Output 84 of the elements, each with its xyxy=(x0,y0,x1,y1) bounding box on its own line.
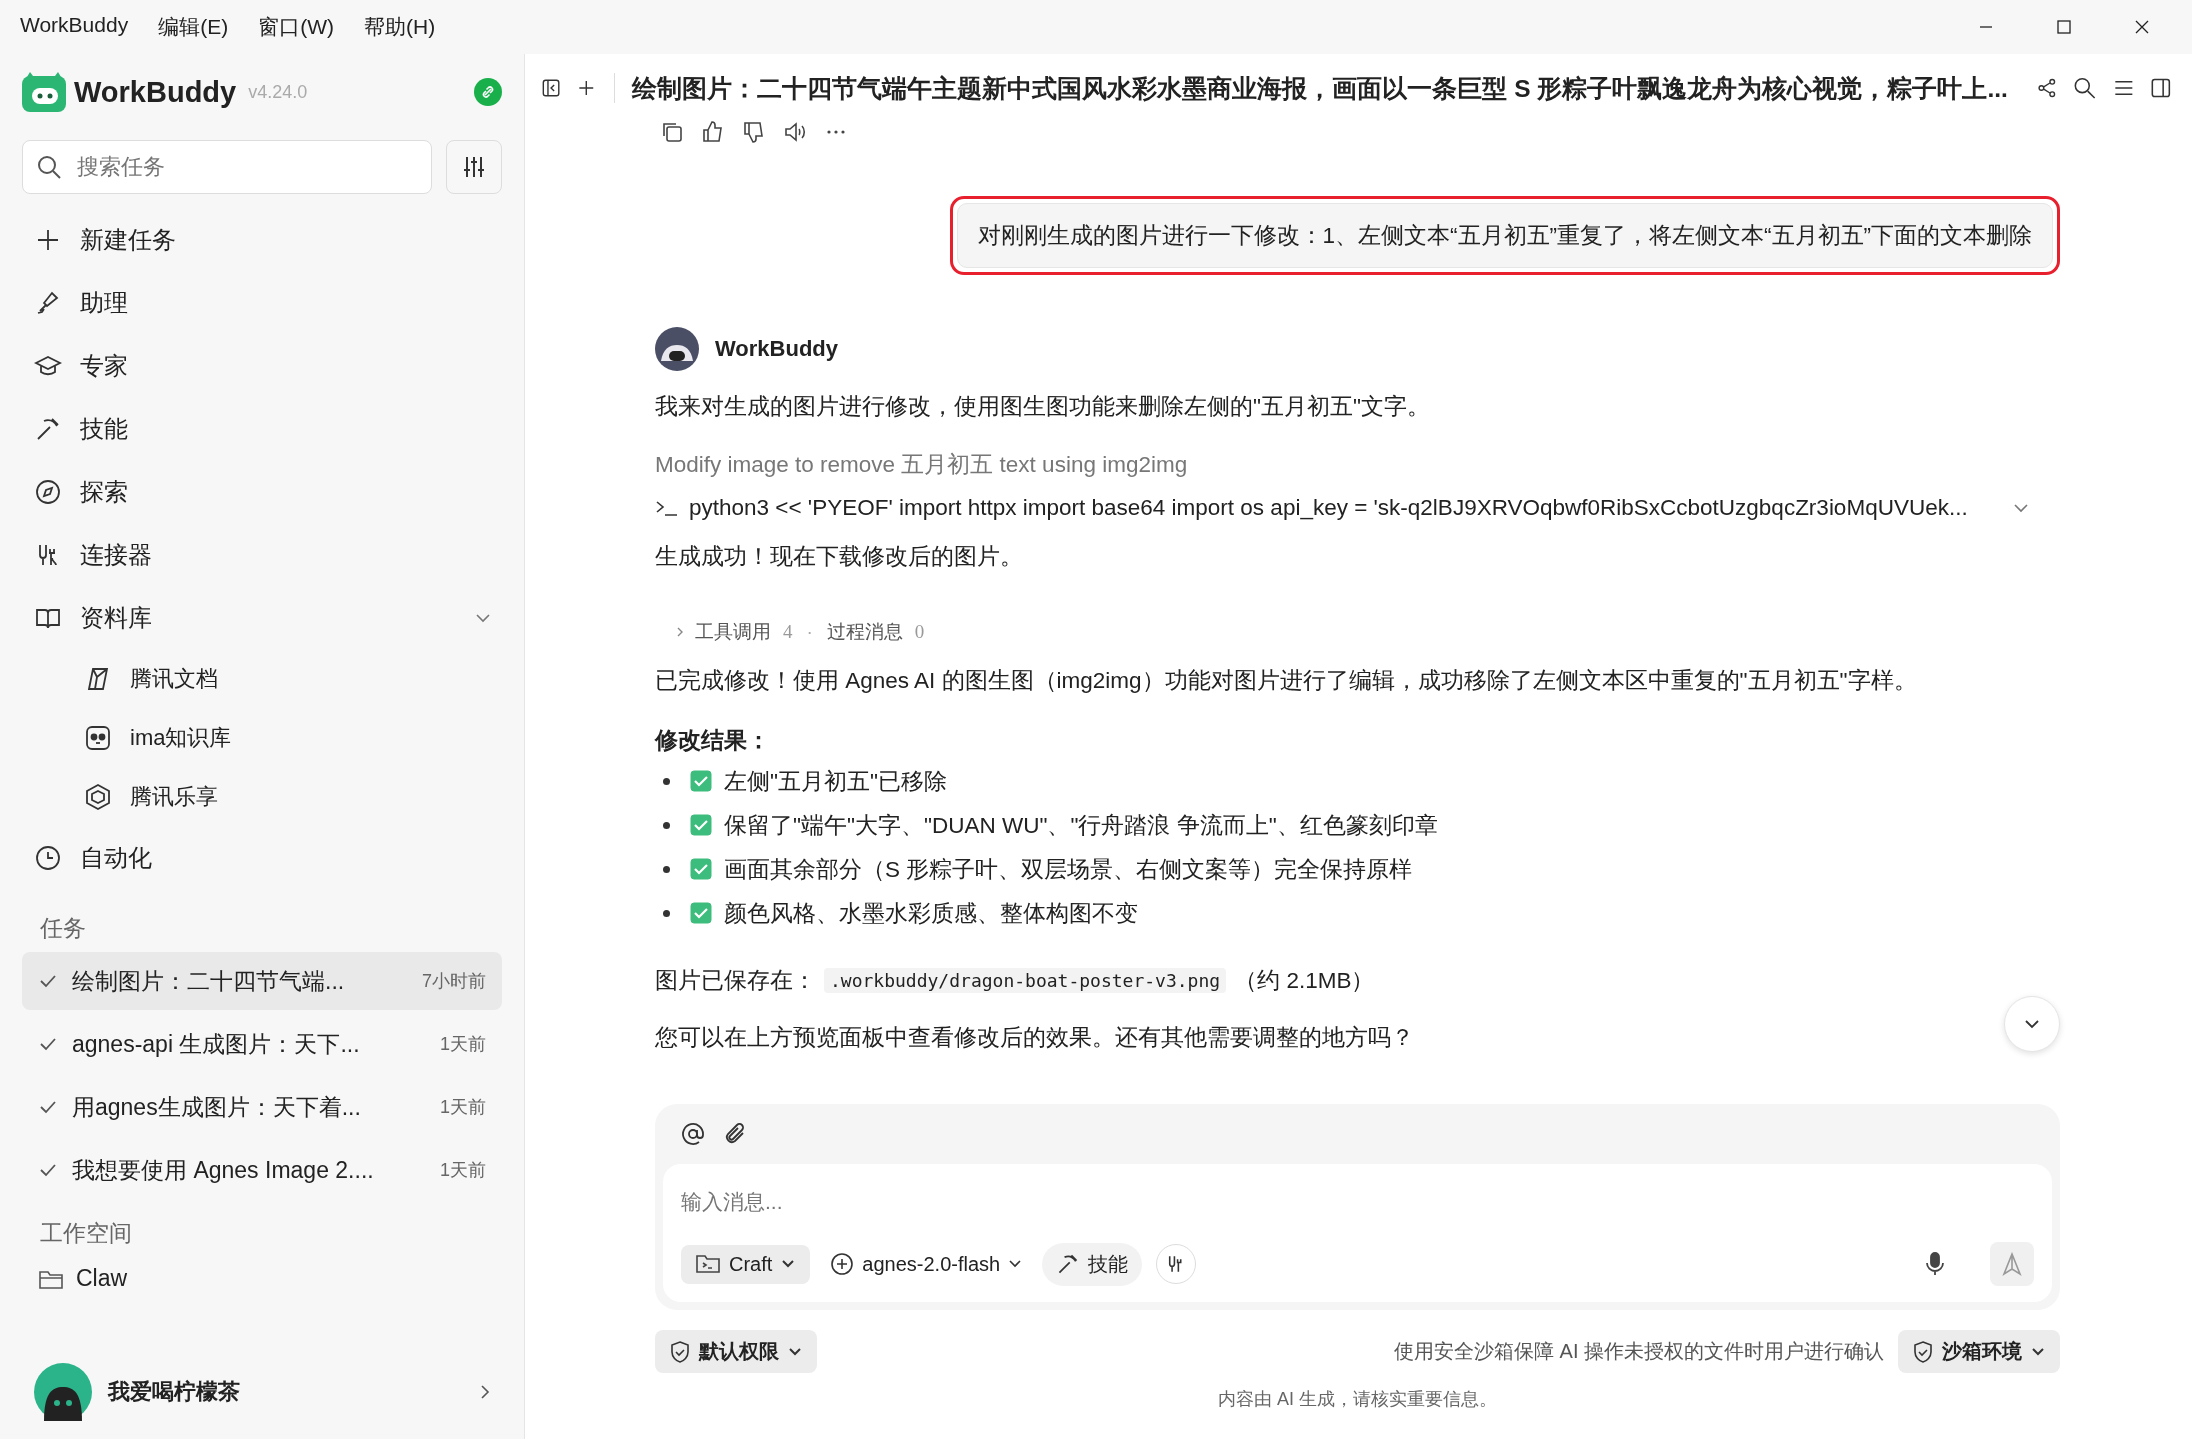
close-icon[interactable] xyxy=(2134,19,2150,35)
avatar-icon xyxy=(34,1363,92,1421)
task-item[interactable]: 用agnes生成图片：天下着... 1天前 xyxy=(22,1078,502,1136)
nav-item[interactable]: 新建任务 xyxy=(22,208,502,271)
section-heading: 任务 xyxy=(40,914,87,943)
bullet-icon xyxy=(663,909,670,917)
at-sign-icon[interactable] xyxy=(681,1122,705,1146)
menu-item[interactable]: WorkBuddy xyxy=(20,13,129,41)
send-button[interactable] xyxy=(1990,1242,2034,1286)
user-profile[interactable]: 我爱喝柠檬茶 xyxy=(22,1363,502,1421)
nav-item[interactable]: 技能 xyxy=(22,397,502,460)
speaker-icon[interactable] xyxy=(783,120,807,144)
copy-icon[interactable] xyxy=(660,120,684,144)
nav-item[interactable]: 探索 xyxy=(22,460,502,523)
file-size: （约 2.1MB） xyxy=(1234,967,1375,995)
nav-item[interactable]: 自动化 xyxy=(22,826,502,889)
terminal-folder-icon xyxy=(695,1253,721,1275)
bot-avatar-icon xyxy=(655,327,699,371)
task-item[interactable]: agnes-api 生成图片：天下... 1天前 xyxy=(22,1015,502,1073)
plus-circle-icon xyxy=(830,1252,855,1276)
library-icon xyxy=(84,723,112,752)
shield-icon xyxy=(1912,1339,1934,1364)
cat-logo-icon xyxy=(22,72,66,112)
nav-subitem[interactable]: 腾讯乐享 xyxy=(22,767,502,826)
sandbox-dropdown[interactable]: 沙箱环境 xyxy=(1898,1330,2060,1373)
nav-icon xyxy=(34,477,62,506)
nav-item[interactable]: 助理 xyxy=(22,271,502,334)
nav-subitem[interactable]: 腾讯文档 xyxy=(22,649,502,708)
model-dropdown[interactable]: agnes-2.0-flash xyxy=(824,1251,1029,1277)
shield-icon xyxy=(669,1339,691,1364)
maximize-icon[interactable] xyxy=(2056,19,2072,35)
menu-item[interactable]: 帮助(H) xyxy=(364,13,436,41)
command-row[interactable]: python3 << 'PYEOF' import httpx import base64 import os api_key = 'sk-q2lBJ9XRVOqbwf0RibSxCcbotUzgbqcZr3ioMqUVUek... xyxy=(655,495,2060,521)
chat-title: 绘制图片：二十四节气端午主题新中式国风水彩水墨商业海报，画面以一条巨型 S 形粽子叶飘逸龙舟为核心视觉，粽子叶上... xyxy=(632,73,2008,104)
message-text: 已完成修改！使用 Agnes AI 的图生图（img2img）功能对图片进行了编辑，成功移除了左侧文本区中重复的"五月初五"字样。 xyxy=(655,667,1918,695)
permission-dropdown[interactable]: 默认权限 xyxy=(655,1330,817,1373)
search-field[interactable]: 搜索任务 xyxy=(22,140,432,194)
message-text: 生成成功！现在下载修改后的图片。 xyxy=(655,543,1024,571)
message-text: 图片已保存在： xyxy=(655,967,816,995)
send-icon xyxy=(2000,1252,2024,1276)
connector-button[interactable] xyxy=(1156,1244,1197,1284)
skill-button[interactable]: 技能 xyxy=(1042,1242,1143,1286)
chevron-right-icon xyxy=(478,1383,492,1401)
link-icon[interactable] xyxy=(474,78,502,106)
paperclip-icon[interactable] xyxy=(723,1122,747,1146)
thumbs-up-icon[interactable] xyxy=(701,120,725,144)
result-item: 保留了"端午"大字、"DUAN WU"、"行舟踏浪 争流而上"、红色篆刻印章 xyxy=(724,811,1438,840)
sliders-icon xyxy=(461,154,487,180)
mode-dropdown[interactable]: Craft xyxy=(681,1244,811,1284)
nav-item[interactable]: 资料库 xyxy=(22,586,502,649)
assistant-name: WorkBuddy xyxy=(715,336,839,362)
tool-summary[interactable]: 工具调用 4 · 过程消息 0 xyxy=(673,619,2060,645)
nav-item[interactable]: 连接器 xyxy=(22,523,502,586)
bullet-icon xyxy=(663,777,670,785)
result-heading: 修改结果： xyxy=(655,727,771,755)
step-title: Modify image to remove 五月初五 text using img2img xyxy=(655,451,1189,479)
task-item[interactable]: 绘制图片：二十四节气端... 7小时前 xyxy=(22,952,502,1010)
sandbox-note: 使用安全沙箱保障 AI 操作未授权的文件时用户进行确认 xyxy=(1394,1339,1884,1364)
bullet-icon xyxy=(663,865,670,873)
message-text: 我来对生成的图片进行修改，使用图生图功能来删除左侧的"五月初五"文字。 xyxy=(655,393,1431,421)
search-icon xyxy=(36,154,62,180)
file-path: .workbuddy/dragon-boat-poster-v3.png xyxy=(824,968,1227,993)
microphone-icon[interactable] xyxy=(1924,1251,1946,1277)
app-version: v4.24.0 xyxy=(248,81,308,103)
result-item: 画面其余部分（S 形粽子叶、双层场景、右侧文案等）完全保持原样 xyxy=(724,855,1413,884)
menu-item[interactable]: 编辑(E) xyxy=(158,13,229,41)
thumbs-down-icon[interactable] xyxy=(742,120,766,144)
workspace-item[interactable]: Claw xyxy=(22,1257,502,1300)
terminal-icon xyxy=(655,498,679,518)
library-icon xyxy=(84,782,112,811)
user-message: 对刚刚生成的图片进行一下修改：1、左侧文本“五月初五”重复了，将左侧文本“五月初五”下面的文本删除 xyxy=(956,203,2053,268)
bullet-icon xyxy=(663,821,670,829)
section-heading: 工作空间 xyxy=(40,1219,133,1248)
task-item[interactable]: 我想要使用 Agnes Image 2.... 1天前 xyxy=(22,1141,502,1199)
result-item: 左侧"五月初五"已移除 xyxy=(724,767,947,796)
nav-subitem[interactable]: ima知识库 xyxy=(22,708,502,767)
menu-item[interactable]: 窗口(W) xyxy=(258,13,334,41)
message-text: 您可以在上方预览面板中查看修改后的效果。还有其他需要调整的地方吗？ xyxy=(655,1024,1414,1052)
nav-item[interactable]: 专家 xyxy=(22,334,502,397)
app-name: WorkBuddy xyxy=(74,75,237,109)
disclaimer: 内容由 AI 生成，请核实重要信息。 xyxy=(1217,1388,1498,1411)
nav-icon xyxy=(34,843,62,872)
filter-button[interactable] xyxy=(446,140,502,194)
result-item: 颜色风格、水墨水彩质感、整体构图不变 xyxy=(724,899,1138,928)
